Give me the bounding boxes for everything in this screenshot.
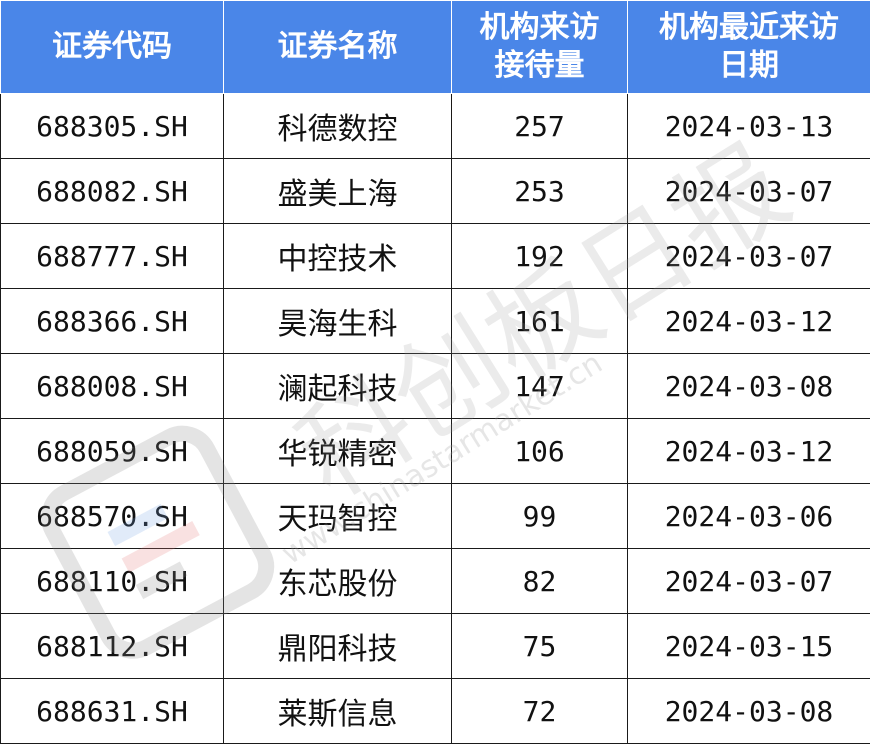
cell-name: 莱斯信息 [223, 678, 452, 744]
cell-name: 中控技术 [223, 223, 452, 289]
cell-name: 科德数控 [223, 93, 452, 159]
cell-code: 688112.SH [0, 613, 224, 679]
cell-date: 2024-03-07 [627, 223, 870, 289]
cell-date: 2024-03-07 [627, 158, 870, 224]
table-row: 688008.SH 澜起科技 147 2024-03-08 [0, 353, 870, 419]
header-security-code: 证券代码 [0, 0, 224, 94]
cell-visits: 106 [451, 418, 628, 484]
cell-code: 688366.SH [0, 288, 224, 354]
cell-code: 688777.SH [0, 223, 224, 289]
cell-code: 688631.SH [0, 678, 224, 744]
institutional-visits-table: 证券代码 证券名称 机构来访 接待量 机构最近来访 日期 688305.SH 科… [0, 0, 870, 744]
cell-visits: 99 [451, 483, 628, 549]
cell-code: 688008.SH [0, 353, 224, 419]
cell-name: 盛美上海 [223, 158, 452, 224]
cell-code: 688110.SH [0, 548, 224, 614]
header-security-name: 证券名称 [223, 0, 452, 94]
cell-date: 2024-03-15 [627, 613, 870, 679]
cell-date: 2024-03-08 [627, 353, 870, 419]
cell-date: 2024-03-07 [627, 548, 870, 614]
header-latest-visit-date: 机构最近来访 日期 [627, 0, 870, 94]
table-row: 688631.SH 莱斯信息 72 2024-03-08 [0, 678, 870, 744]
cell-code: 688082.SH [0, 158, 224, 224]
table-row: 688366.SH 昊海生科 161 2024-03-12 [0, 288, 870, 354]
cell-visits: 147 [451, 353, 628, 419]
cell-visits: 75 [451, 613, 628, 679]
cell-name: 华锐精密 [223, 418, 452, 484]
cell-name: 鼎阳科技 [223, 613, 452, 679]
cell-code: 688305.SH [0, 93, 224, 159]
cell-name: 昊海生科 [223, 288, 452, 354]
cell-date: 2024-03-12 [627, 288, 870, 354]
cell-name: 天玛智控 [223, 483, 452, 549]
cell-name: 澜起科技 [223, 353, 452, 419]
table-row: 688112.SH 鼎阳科技 75 2024-03-15 [0, 613, 870, 679]
cell-code: 688059.SH [0, 418, 224, 484]
cell-date: 2024-03-06 [627, 483, 870, 549]
header-visit-count: 机构来访 接待量 [451, 0, 628, 94]
cell-visits: 72 [451, 678, 628, 744]
table-row: 688059.SH 华锐精密 106 2024-03-12 [0, 418, 870, 484]
cell-date: 2024-03-13 [627, 93, 870, 159]
table-row: 688110.SH 东芯股份 82 2024-03-07 [0, 548, 870, 614]
table-header-row: 证券代码 证券名称 机构来访 接待量 机构最近来访 日期 [0, 0, 870, 94]
cell-visits: 82 [451, 548, 628, 614]
stock-table-container: 证券代码 证券名称 机构来访 接待量 机构最近来访 日期 688305.SH 科… [0, 0, 870, 750]
cell-visits: 257 [451, 93, 628, 159]
table-row: 688305.SH 科德数控 257 2024-03-13 [0, 93, 870, 159]
table-row: 688570.SH 天玛智控 99 2024-03-06 [0, 483, 870, 549]
table-row: 688082.SH 盛美上海 253 2024-03-07 [0, 158, 870, 224]
cell-code: 688570.SH [0, 483, 224, 549]
cell-visits: 253 [451, 158, 628, 224]
cell-visits: 161 [451, 288, 628, 354]
cell-visits: 192 [451, 223, 628, 289]
table-row: 688777.SH 中控技术 192 2024-03-07 [0, 223, 870, 289]
cell-date: 2024-03-08 [627, 678, 870, 744]
cell-date: 2024-03-12 [627, 418, 870, 484]
cell-name: 东芯股份 [223, 548, 452, 614]
